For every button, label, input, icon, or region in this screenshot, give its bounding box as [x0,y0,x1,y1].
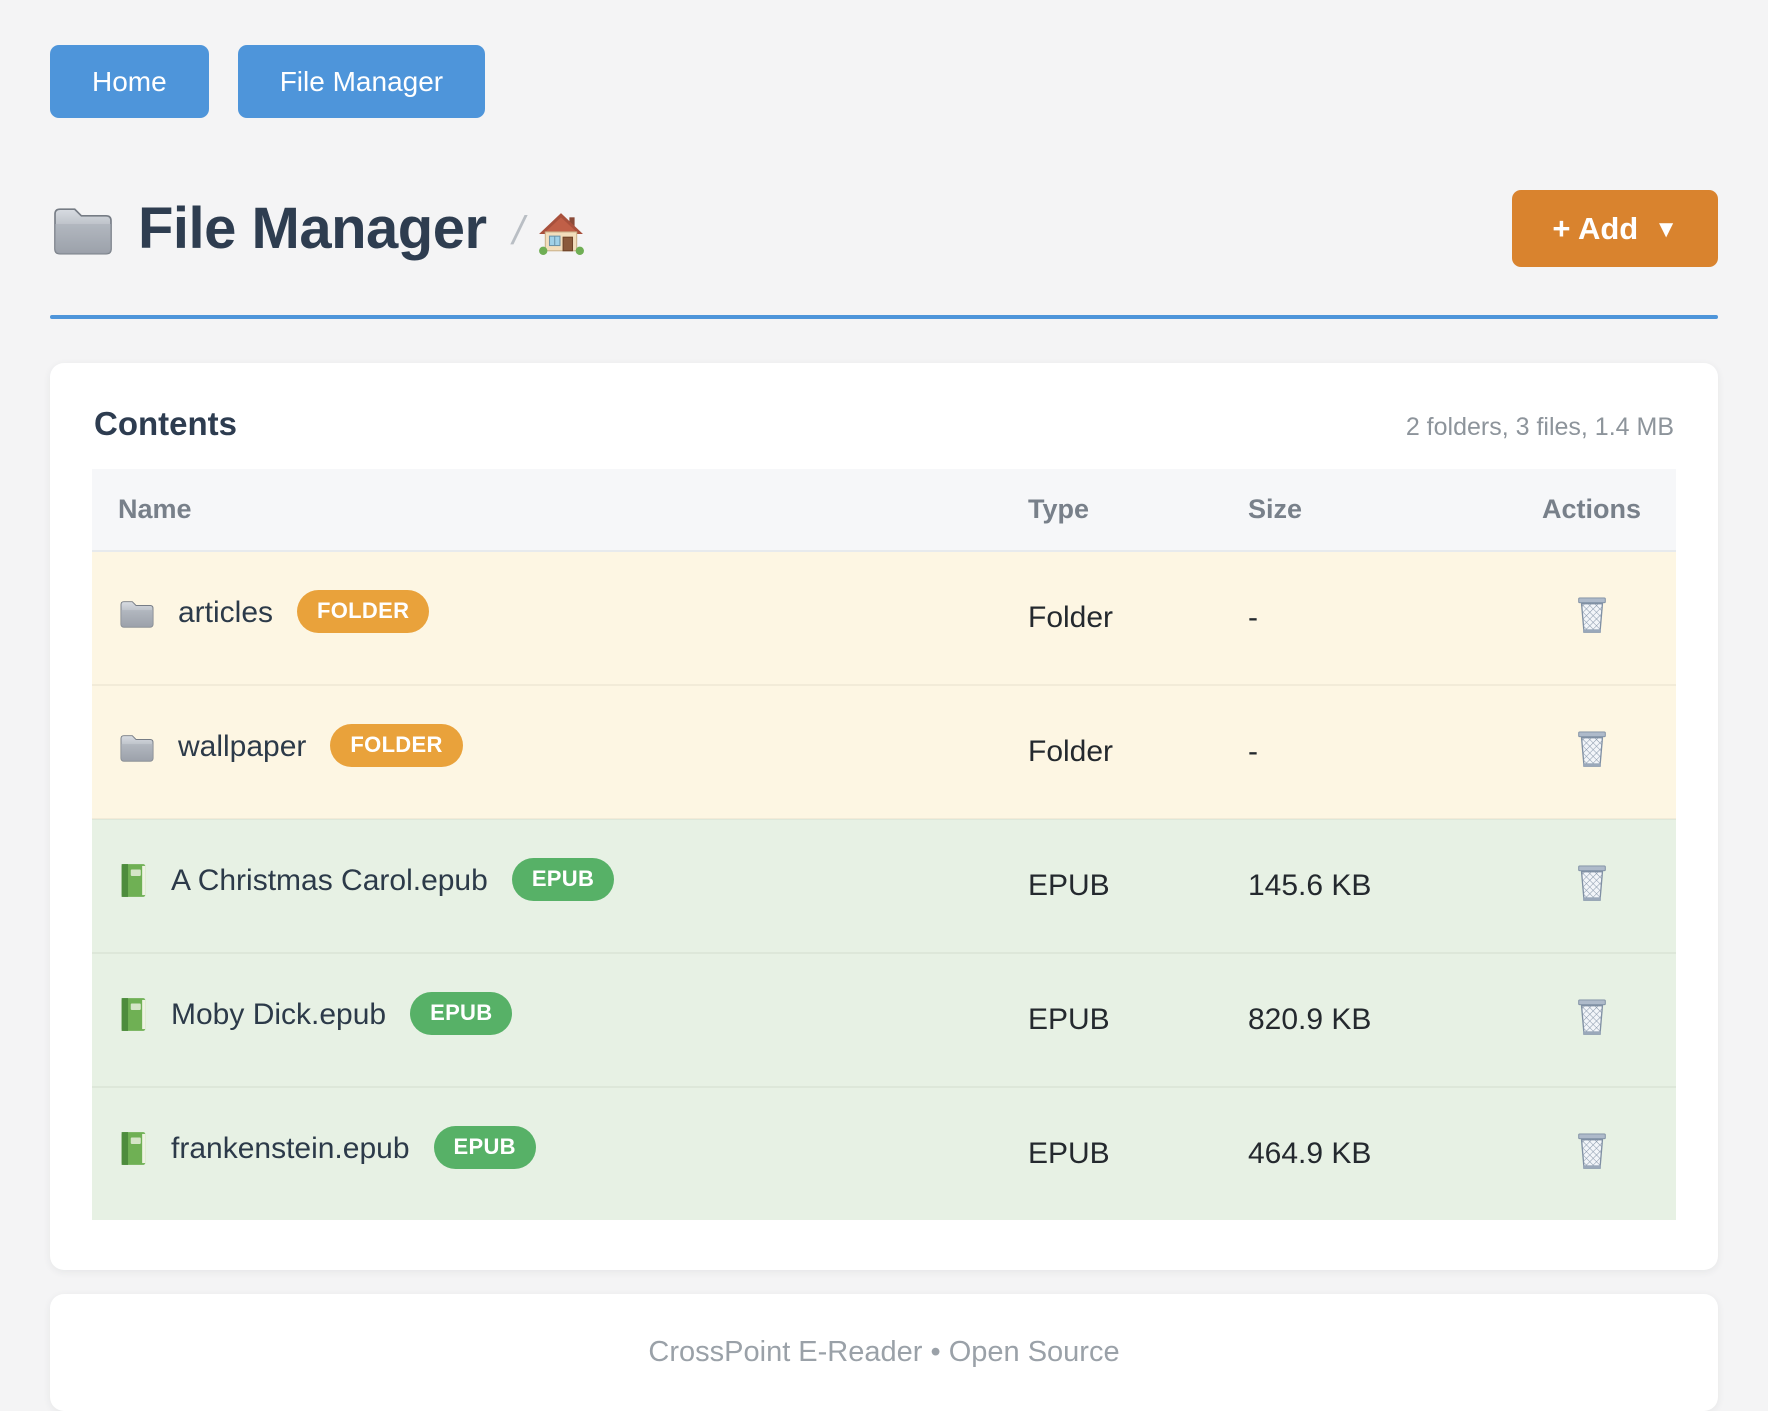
file-size-cell: 820.9 KB [1222,953,1507,1087]
file-type-badge: EPUB [410,992,512,1035]
file-name-link[interactable]: wallpaper [178,730,306,764]
add-button-label: + Add [1552,211,1638,247]
file-manager-page: Home File Manager File Manager / + Add ▼… [0,0,1768,1411]
footer-text: CrossPoint E-Reader • Open Source [648,1336,1119,1369]
trash-icon [1573,1131,1611,1173]
file-type-cell: EPUB [1002,953,1222,1087]
folder-icon [50,201,116,257]
caret-down-icon: ▼ [1654,216,1678,244]
file-name-link[interactable]: A Christmas Carol.epub [171,864,488,898]
file-name-link[interactable]: Moby Dick.epub [171,998,386,1032]
trash-icon [1573,595,1611,637]
file-size-cell: 464.9 KB [1222,1087,1507,1220]
file-type-badge: EPUB [512,858,614,901]
home-icon[interactable] [538,210,584,256]
nav-button-home[interactable]: Home [50,45,209,118]
file-size-cell: - [1222,551,1507,685]
file-type-cell: EPUB [1002,819,1222,953]
delete-button[interactable] [1569,1127,1615,1177]
title-group: File Manager / [50,195,584,262]
contents-header: Contents 2 folders, 3 files, 1.4 MB [92,405,1676,443]
trash-icon [1573,997,1611,1039]
trash-icon [1573,729,1611,771]
column-header-size: Size [1222,469,1507,551]
table-row[interactable]: wallpaper FOLDER Folder - [92,685,1676,819]
file-type-badge: FOLDER [297,590,429,633]
table-row[interactable]: Moby Dick.epub EPUB EPUB 820.9 KB [92,953,1676,1087]
column-header-type: Type [1002,469,1222,551]
trash-icon [1573,863,1611,905]
title-divider [50,315,1718,319]
add-button[interactable]: + Add ▼ [1512,190,1718,267]
file-type-badge: EPUB [434,1126,536,1169]
file-table-body: articles FOLDER Folder - wallpaper FOLDE… [92,551,1676,1220]
delete-button[interactable] [1569,725,1615,775]
column-header-name: Name [92,469,1002,551]
table-row[interactable]: A Christmas Carol.epub EPUB EPUB 145.6 K… [92,819,1676,953]
contents-summary: 2 folders, 3 files, 1.4 MB [1406,413,1674,442]
contents-heading: Contents [94,405,237,443]
top-nav: Home File Manager [50,45,1718,118]
file-size-cell: - [1222,685,1507,819]
file-type-cell: Folder [1002,685,1222,819]
page-header: File Manager / + Add ▼ [50,190,1718,267]
file-type-cell: EPUB [1002,1087,1222,1220]
breadcrumb-separator: / [508,209,529,254]
folder-icon [118,731,156,763]
delete-button[interactable] [1569,859,1615,909]
book-icon [118,862,149,899]
delete-button[interactable] [1569,993,1615,1043]
table-row[interactable]: frankenstein.epub EPUB EPUB 464.9 KB [92,1087,1676,1220]
table-row[interactable]: articles FOLDER Folder - [92,551,1676,685]
file-type-cell: Folder [1002,551,1222,685]
table-header-row: Name Type Size Actions [92,469,1676,551]
page-title: File Manager [138,195,487,262]
contents-card: Contents 2 folders, 3 files, 1.4 MB Name… [50,363,1718,1270]
file-size-cell: 145.6 KB [1222,819,1507,953]
delete-button[interactable] [1569,591,1615,641]
book-icon [118,996,149,1033]
file-table: Name Type Size Actions articles FOLDER F… [92,469,1676,1220]
file-name-link[interactable]: articles [178,596,273,630]
folder-icon [118,597,156,629]
file-name-link[interactable]: frankenstein.epub [171,1132,410,1166]
nav-button-file-manager[interactable]: File Manager [238,45,485,118]
column-header-actions: Actions [1507,469,1676,551]
book-icon [118,1130,149,1167]
file-type-badge: FOLDER [330,724,462,767]
footer-card: CrossPoint E-Reader • Open Source [50,1294,1718,1411]
